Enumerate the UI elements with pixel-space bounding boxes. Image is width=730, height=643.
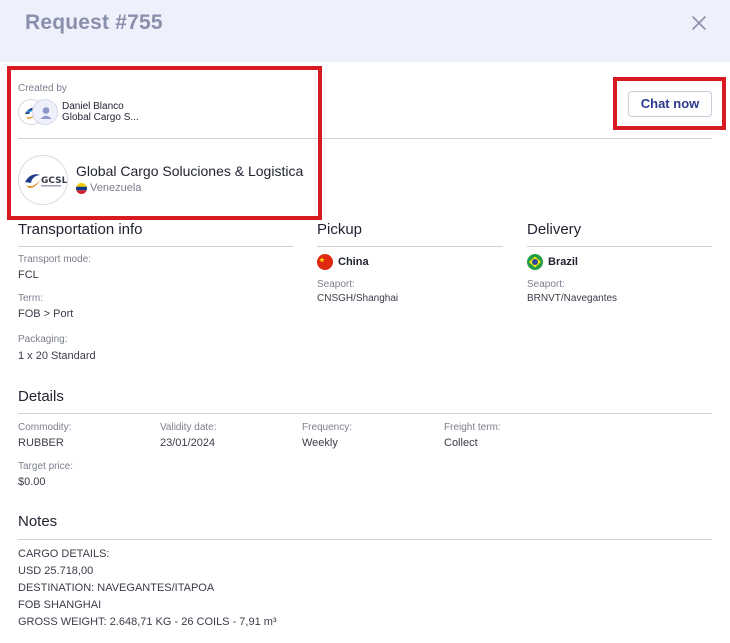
highlight-creator-box: [7, 66, 322, 220]
commodity-label: Commodity:: [18, 422, 72, 433]
delivery-title: Delivery: [527, 221, 582, 238]
page-title: Request #755: [25, 11, 163, 34]
delivery-seaport-label: Seaport:: [527, 279, 565, 290]
pickup-country: China: [317, 254, 369, 270]
transportation-title: Transportation info: [18, 221, 143, 238]
notes-title: Notes: [18, 513, 58, 530]
pickup-title: Pickup: [317, 221, 363, 238]
delivery-country: Brazil: [527, 254, 578, 270]
pickup-country-name: China: [338, 256, 369, 268]
target-price-label: Target price:: [18, 461, 74, 472]
pickup-seaport-value: CNSGH/Shanghai: [317, 293, 399, 304]
delivery-divider: [527, 246, 712, 247]
pickup-divider: [317, 246, 503, 247]
packaging-value: 1 x 20 Standard: [18, 350, 96, 362]
notes-line: USD 25.718,00: [18, 565, 94, 577]
notes-line: DESTINATION: NAVEGANTES/ITAPOA: [18, 582, 215, 594]
validity-label: Validity date:: [160, 422, 217, 433]
brazil-flag-icon: [527, 254, 543, 270]
frequency-value: Weekly: [302, 437, 338, 449]
close-icon[interactable]: [688, 12, 710, 34]
transportation-divider: [18, 246, 293, 247]
freight-term-value: Collect: [444, 437, 478, 449]
modal-header: Request #755: [0, 0, 730, 62]
packaging-label: Packaging:: [18, 334, 68, 345]
pickup-seaport-label: Seaport:: [317, 279, 355, 290]
term-value: FOB > Port: [18, 308, 74, 320]
commodity-value: RUBBER: [18, 437, 64, 449]
china-flag-icon: [317, 254, 333, 270]
target-price-value: $0.00: [18, 476, 46, 488]
validity-value: 23/01/2024: [160, 437, 216, 449]
transport-mode-value: FCL: [18, 269, 39, 281]
notes-line: CARGO DETAILS:: [18, 548, 110, 560]
notes-line: FOB SHANGHAI: [18, 599, 102, 611]
term-label: Term:: [18, 293, 43, 304]
highlight-chat-box: [613, 77, 726, 130]
frequency-label: Frequency:: [302, 422, 353, 433]
notes-divider: [18, 539, 712, 540]
details-title: Details: [18, 388, 64, 405]
delivery-country-name: Brazil: [548, 256, 578, 268]
freight-term-label: Freight term:: [444, 422, 501, 433]
delivery-seaport-value: BRNVT/Navegantes: [527, 293, 618, 304]
transport-mode-label: Transport mode:: [18, 254, 91, 265]
notes-line: GROSS WEIGHT: 2.648,71 KG - 26 COILS - 7…: [18, 616, 277, 628]
details-divider: [18, 413, 712, 414]
